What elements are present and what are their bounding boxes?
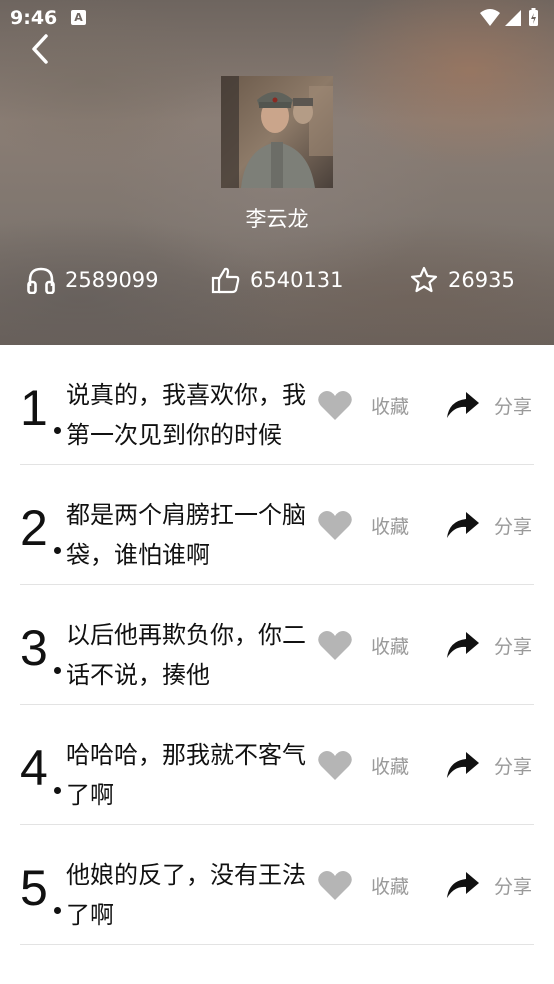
heart-icon — [318, 390, 352, 420]
favorite-button[interactable]: 收藏 — [317, 505, 409, 545]
favorite-button[interactable]: 收藏 — [317, 625, 409, 665]
heart-icon — [318, 750, 352, 780]
share-label: 分享 — [494, 875, 533, 898]
index-dot — [54, 547, 61, 554]
share-arrow-icon — [447, 632, 479, 658]
status-bar: 9:46 A — [0, 0, 554, 36]
item-text: 都是两个肩膀扛一个脑袋，谁怕谁啊 — [66, 501, 306, 569]
item-text: 说真的，我喜欢你，我第一次见到你的时候 — [66, 381, 306, 449]
list-item[interactable]: 3 以后他再欺负你，你二话不说，揍他 收藏 分享 — [20, 585, 534, 705]
status-time: 9:46 — [10, 7, 58, 29]
favorite-count-stat[interactable]: 26935 — [409, 264, 515, 296]
index-dot — [54, 787, 61, 794]
back-button[interactable] — [26, 30, 58, 68]
favorite-label: 收藏 — [371, 635, 410, 658]
heart-icon — [318, 630, 352, 660]
index-dot — [54, 907, 61, 914]
artist-name: 李云龙 — [245, 207, 309, 231]
item-index: 5 — [20, 860, 48, 916]
share-label: 分享 — [494, 515, 533, 538]
artist-avatar — [221, 76, 333, 188]
share-button[interactable]: 分享 — [446, 505, 532, 545]
item-index: 4 — [20, 740, 48, 796]
index-dot — [54, 667, 61, 674]
favorite-label: 收藏 — [371, 875, 410, 898]
artist-portrait-image — [221, 76, 333, 188]
favorite-label: 收藏 — [371, 755, 410, 778]
favorite-button[interactable]: 收藏 — [317, 385, 409, 425]
item-index: 2 — [20, 500, 48, 556]
index-dot — [54, 427, 61, 434]
item-text: 他娘的反了，没有王法了啊 — [66, 861, 306, 929]
signal-battery-icons — [480, 8, 538, 26]
play-count: 2589099 — [65, 268, 159, 292]
favorite-label: 收藏 — [371, 515, 410, 538]
like-count: 6540131 — [250, 268, 344, 292]
heart-icon — [318, 870, 352, 900]
quote-list: 1 说真的，我喜欢你，我第一次见到你的时候 收藏 分享 2 都是两个肩膀扛一个脑… — [0, 345, 554, 984]
share-button[interactable]: 分享 — [446, 745, 532, 785]
list-item[interactable]: 4 哈哈哈，那我就不客气了啊 收藏 分享 — [20, 705, 534, 825]
favorite-button[interactable]: 收藏 — [317, 745, 409, 785]
share-button[interactable]: 分享 — [446, 865, 532, 905]
favorite-button[interactable]: 收藏 — [317, 865, 409, 905]
share-label: 分享 — [494, 755, 533, 778]
notification-app-icon: A — [71, 10, 86, 25]
heart-icon — [318, 510, 352, 540]
headphones-icon — [27, 267, 55, 294]
share-button[interactable]: 分享 — [446, 385, 532, 425]
star-icon — [410, 266, 438, 293]
list-item[interactable]: 5 他娘的反了，没有王法了啊 收藏 分享 — [20, 825, 534, 945]
chevron-left-icon — [32, 34, 48, 64]
favorite-label: 收藏 — [371, 395, 410, 418]
share-label: 分享 — [494, 635, 533, 658]
play-count-stat[interactable]: 2589099 — [26, 264, 159, 296]
share-arrow-icon — [447, 872, 479, 898]
item-index: 3 — [20, 620, 48, 676]
item-text: 以后他再欺负你，你二话不说，揍他 — [66, 621, 306, 689]
share-arrow-icon — [447, 392, 479, 418]
share-arrow-icon — [447, 512, 479, 538]
thumbs-up-icon — [211, 267, 240, 294]
status-icons — [480, 8, 542, 33]
list-item[interactable]: 2 都是两个肩膀扛一个脑袋，谁怕谁啊 收藏 分享 — [20, 465, 534, 585]
share-label: 分享 — [494, 395, 533, 418]
favorite-count: 26935 — [448, 268, 515, 292]
item-index: 1 — [20, 380, 48, 436]
item-text: 哈哈哈，那我就不客气了啊 — [66, 741, 306, 809]
like-count-stat[interactable]: 6540131 — [211, 264, 344, 296]
share-button[interactable]: 分享 — [446, 625, 532, 665]
list-item[interactable]: 1 说真的，我喜欢你，我第一次见到你的时候 收藏 分享 — [20, 345, 534, 465]
share-arrow-icon — [447, 752, 479, 778]
